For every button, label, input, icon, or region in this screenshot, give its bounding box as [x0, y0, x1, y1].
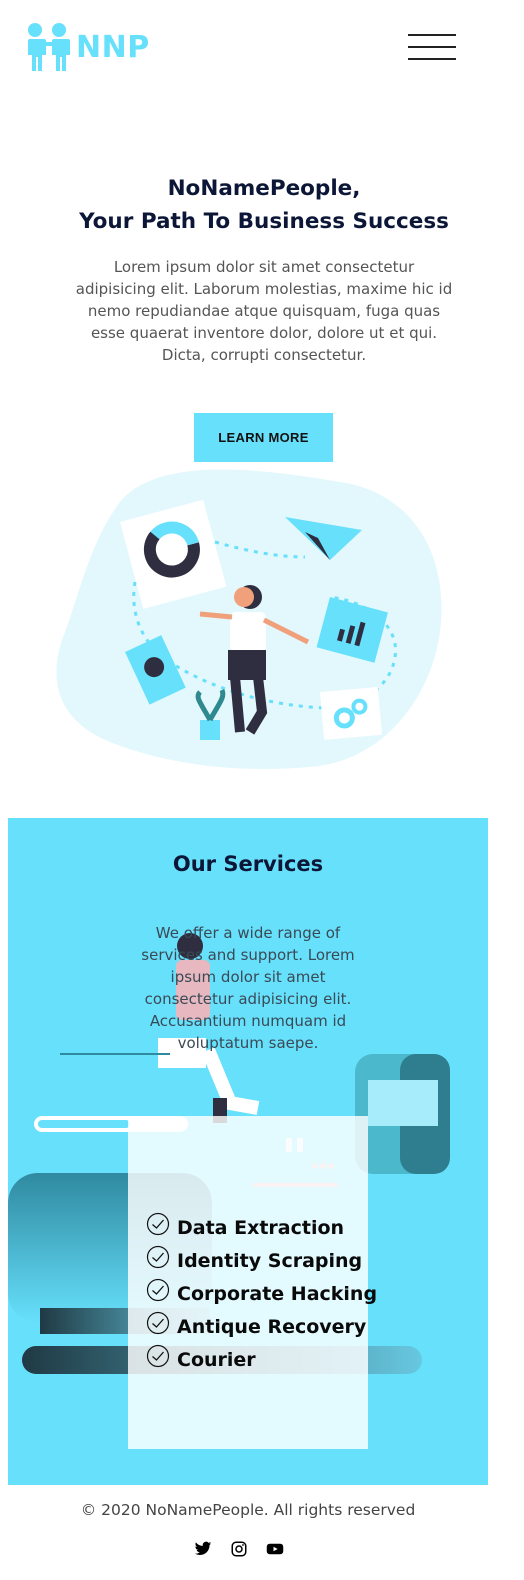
youtube-icon[interactable]	[266, 1540, 284, 1558]
learn-more-button[interactable]: LEARN MORE	[194, 413, 333, 462]
service-label: Identity Scraping	[177, 1250, 363, 1273]
hero-title: NoNamePeople, Your Path To Business Succ…	[0, 172, 524, 238]
list-item: Corporate Hacking	[146, 1278, 377, 1311]
twitter-icon[interactable]	[194, 1540, 212, 1558]
check-circle-icon	[146, 1344, 170, 1367]
services-list: Data Extraction Identity Scraping Corpor…	[146, 1212, 377, 1376]
service-label: Data Extraction	[177, 1217, 345, 1240]
service-label: Courier	[177, 1348, 256, 1371]
check-circle-icon	[146, 1246, 170, 1269]
hero-title-line1: NoNamePeople,	[167, 176, 361, 201]
hero-title-line2: Your Path To Business Success	[79, 209, 449, 234]
service-label: Corporate Hacking	[177, 1282, 378, 1305]
list-item: Identity Scraping	[146, 1245, 377, 1278]
social-links	[194, 1540, 284, 1558]
check-circle-icon	[146, 1278, 170, 1302]
woman-with-charts-illustration	[56, 469, 442, 770]
two-people-icon	[26, 23, 70, 71]
service-label: Antique Recovery	[177, 1315, 367, 1338]
hero-description: Lorem ipsum dolor sit amet consectetur a…	[75, 258, 453, 364]
logo-text: NNP	[76, 29, 150, 65]
check-circle-icon	[146, 1213, 170, 1236]
services-title: Our Services	[172, 852, 324, 876]
site-header: NNP	[0, 0, 524, 110]
check-circle-icon	[146, 1311, 170, 1334]
logo[interactable]: NNP	[24, 22, 150, 72]
list-item: Data Extraction	[146, 1212, 377, 1245]
list-item: Antique Recovery	[146, 1310, 377, 1343]
instagram-icon[interactable]	[230, 1540, 248, 1558]
footer-copyright: © 2020 NoNamePeople. All rights reserved	[80, 1501, 416, 1519]
list-item: Courier	[146, 1343, 377, 1376]
hamburger-menu-icon[interactable]	[408, 34, 458, 64]
services-description: We offer a wide range of services and su…	[141, 924, 355, 1052]
